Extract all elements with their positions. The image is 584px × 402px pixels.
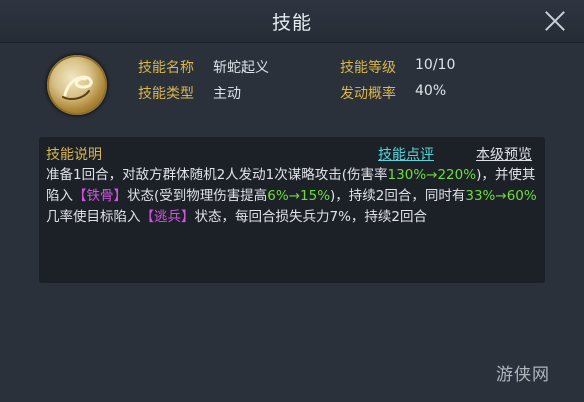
watermark-logo: 游侠网	[496, 365, 550, 385]
close-icon[interactable]	[542, 8, 568, 34]
title-bar: 技能	[0, 0, 584, 43]
description-title: 技能说明	[46, 147, 102, 163]
skill-review-link[interactable]: 技能点评	[378, 144, 434, 164]
status-deserter: 【逃兵】	[140, 209, 195, 225]
trigger-rate-label: 发动概率	[340, 86, 396, 102]
skill-level-value: 10/10	[415, 57, 456, 73]
description-text: 准备1回合，对敌方群体随机2人发动1次谋略攻击(伤害率130%→220%)，并使…	[46, 165, 541, 228]
skill-name-value: 斩蛇起义	[213, 60, 269, 76]
trigger-rate-value: 40%	[415, 83, 447, 99]
chance-value: 33%→60%	[465, 188, 537, 204]
desc-text-1: 准备1回合，对敌方群体随机2人发动1次谋略攻击(伤害率	[46, 167, 388, 183]
skill-name-label: 技能名称	[138, 60, 194, 76]
desc-text-4: )，持续2回合，同时有	[330, 188, 466, 204]
skill-type-value: 主动	[213, 86, 241, 102]
desc-text-3: 状态(受到物理伤害提高	[127, 188, 268, 204]
status-iron-bone: 【铁骨】	[73, 188, 127, 204]
desc-text-6: 状态，每回合损失兵力7%，持续2回合	[194, 209, 428, 225]
skill-level-label: 技能等级	[340, 60, 396, 76]
page-title: 技能	[271, 12, 312, 34]
damage-rate-value: 130%→220%	[387, 167, 477, 183]
skill-icon	[47, 55, 107, 115]
desc-text-5: 几率使目标陷入	[46, 209, 141, 225]
level-preview-link[interactable]: 本级预览	[476, 144, 532, 164]
skill-type-label: 技能类型	[138, 86, 194, 102]
phys-damage-increase-value: 6%→15%	[267, 188, 331, 204]
description-panel: 技能说明 技能点评 本级预览 准备1回合，对敌方群体随机2人发动1次谋略攻击(伤…	[39, 137, 545, 283]
